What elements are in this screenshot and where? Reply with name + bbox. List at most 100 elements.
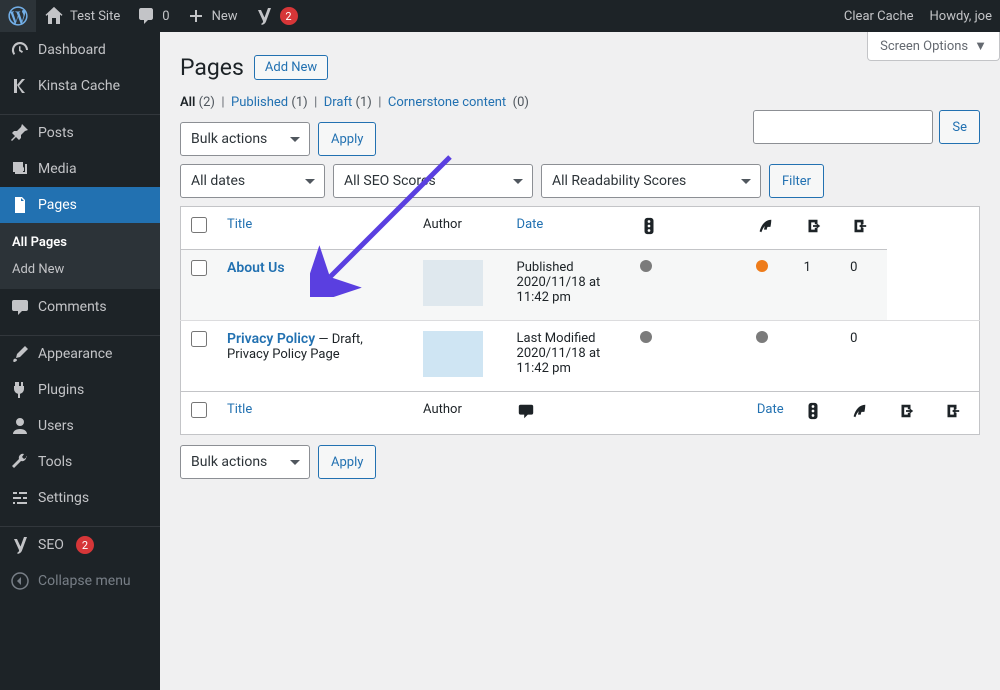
readability-select[interactable]: All Readability Scores <box>541 164 761 198</box>
table-row: About Us Published 2020/11/18 at 11:42 p… <box>181 250 980 321</box>
row-checkbox[interactable] <box>191 260 207 276</box>
col-links-out <box>933 392 980 435</box>
filter-button[interactable]: Filter <box>769 164 824 198</box>
filter-published[interactable]: Published <box>231 95 288 110</box>
feather-icon <box>850 402 868 420</box>
col-author: Author <box>413 207 507 250</box>
seo-traffic-icon <box>640 217 658 235</box>
menu-kinsta-label: Kinsta Cache <box>38 78 120 94</box>
filter-draft[interactable]: Draft <box>324 95 353 110</box>
link-in-icon <box>897 402 915 420</box>
menu-dashboard[interactable]: Dashboard <box>0 32 160 68</box>
dates-select[interactable]: All dates <box>180 164 325 198</box>
table-row: Privacy Policy — Draft, Privacy Policy P… <box>181 321 980 392</box>
bulk-actions-select-bottom[interactable]: Bulk actions <box>180 445 310 479</box>
col-title[interactable]: Title <box>217 207 413 250</box>
seo-traffic-icon <box>804 402 822 420</box>
chevron-down-icon: ▼ <box>974 38 987 54</box>
menu-tools-label: Tools <box>38 454 72 470</box>
howdy[interactable]: Howdy, joe <box>922 0 1000 32</box>
bulk-actions-select[interactable]: Bulk actions <box>180 122 310 156</box>
menu-pages-label: Pages <box>38 197 77 213</box>
sliders-icon <box>10 488 30 508</box>
seo-score-cell <box>630 321 746 392</box>
content-area: Screen Options ▼ Pages Add New All (2) |… <box>160 32 1000 690</box>
links-out-cell: 0 <box>840 321 886 392</box>
col-date[interactable]: Date <box>507 207 631 250</box>
yoast-item[interactable]: 2 <box>246 0 306 32</box>
collapse-menu[interactable]: Collapse menu <box>0 563 160 599</box>
col-title[interactable]: Title <box>217 392 413 435</box>
menu-settings[interactable]: Settings <box>0 480 160 516</box>
wp-logo[interactable] <box>0 0 36 32</box>
col-seo <box>630 207 746 250</box>
menu-pages[interactable]: Pages <box>0 187 160 223</box>
apply-button-bottom[interactable]: Apply <box>318 445 376 479</box>
pages-submenu: All Pages Add New <box>0 223 160 289</box>
page-icon <box>10 195 30 215</box>
user-icon <box>10 416 30 436</box>
row-date: Published 2020/11/18 at 11:42 pm <box>507 250 631 321</box>
home-icon <box>44 6 64 26</box>
search-button[interactable]: Se <box>939 110 980 144</box>
admin-menu: Dashboard Kinsta Cache Posts Media Pages… <box>0 32 160 690</box>
submenu-all-pages[interactable]: All Pages <box>0 229 160 256</box>
status-dot-grey <box>756 331 768 343</box>
menu-dashboard-label: Dashboard <box>38 42 106 58</box>
menu-media[interactable]: Media <box>0 151 160 187</box>
select-all-checkbox-bottom[interactable] <box>191 402 207 418</box>
clear-cache[interactable]: Clear Cache <box>836 0 922 32</box>
row-title-link[interactable]: About Us <box>227 260 285 276</box>
wrench-icon <box>10 452 30 472</box>
feather-icon <box>756 217 774 235</box>
comments-bubble[interactable]: 0 <box>128 0 177 32</box>
links-in-cell <box>794 321 840 392</box>
filter-all[interactable]: All <box>180 95 195 110</box>
wordpress-icon <box>8 6 28 26</box>
menu-tools[interactable]: Tools <box>0 444 160 480</box>
search-input[interactable] <box>753 110 933 144</box>
row-checkbox[interactable] <box>191 331 207 347</box>
seo-scores-select[interactable]: All SEO Scores <box>333 164 533 198</box>
menu-users-label: Users <box>38 418 74 434</box>
screen-options-label: Screen Options <box>880 39 968 54</box>
brush-icon <box>10 344 30 364</box>
seo-score-cell <box>630 250 746 321</box>
apply-button-top[interactable]: Apply <box>318 122 376 156</box>
add-new-button[interactable]: Add New <box>254 55 328 80</box>
link-out-icon <box>850 217 868 235</box>
clear-cache-label: Clear Cache <box>844 9 914 24</box>
menu-appearance-label: Appearance <box>38 346 112 362</box>
menu-plugins[interactable]: Plugins <box>0 372 160 408</box>
submenu-add-new[interactable]: Add New <box>0 256 160 283</box>
menu-comments[interactable]: Comments <box>0 289 160 325</box>
col-author: Author <box>423 402 462 417</box>
menu-kinsta-cache[interactable]: Kinsta Cache <box>0 68 160 104</box>
col-seo <box>794 392 840 435</box>
select-all-checkbox[interactable] <box>191 217 207 233</box>
menu-seo[interactable]: SEO 2 <box>0 527 160 563</box>
menu-users[interactable]: Users <box>0 408 160 444</box>
menu-posts-label: Posts <box>38 125 74 141</box>
page-title: Pages <box>180 54 244 81</box>
site-name[interactable]: Test Site <box>36 0 128 32</box>
row-title-link[interactable]: Privacy Policy <box>227 331 315 347</box>
search-box: Se <box>753 110 980 144</box>
admin-bar: Test Site 0 New 2 Clear Cache Howdy, joe <box>0 0 1000 32</box>
links-in-cell: 1 <box>794 250 840 321</box>
new-content[interactable]: New <box>178 0 246 32</box>
links-out-cell: 0 <box>840 250 886 321</box>
collapse-label: Collapse menu <box>38 573 131 589</box>
status-dot-orange <box>756 260 768 272</box>
col-comments <box>507 392 631 435</box>
screen-options-tab[interactable]: Screen Options ▼ <box>867 32 1000 61</box>
col-date[interactable]: Date <box>746 392 794 435</box>
pin-icon <box>10 123 30 143</box>
menu-posts[interactable]: Posts <box>0 115 160 151</box>
plus-icon <box>186 6 206 26</box>
filter-cornerstone[interactable]: Cornerstone content <box>388 95 506 110</box>
col-readability <box>746 207 794 250</box>
yoast-icon <box>254 6 274 26</box>
kinsta-icon <box>10 76 30 96</box>
menu-appearance[interactable]: Appearance <box>0 336 160 372</box>
